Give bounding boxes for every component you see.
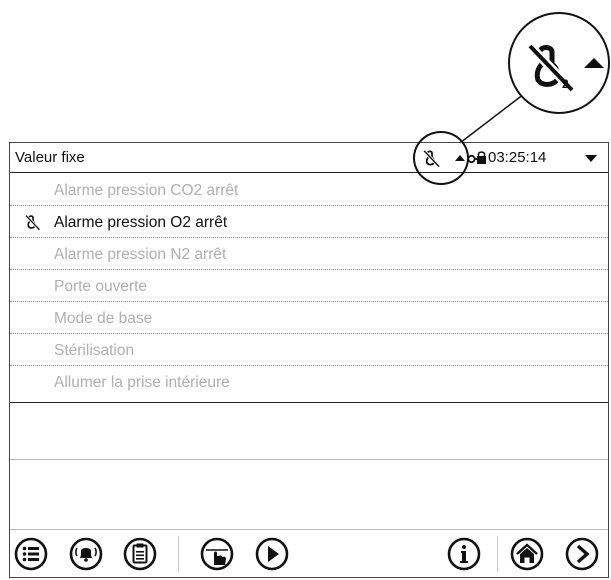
alarm-off-icon <box>24 214 41 231</box>
toolbar-separator <box>178 536 179 572</box>
list-item[interactable]: Stérilisation <box>10 334 608 366</box>
alarm-off-icon: 2 <box>526 42 576 94</box>
list-item[interactable]: Porte ouverte <box>10 270 608 302</box>
list-item-label: Porte ouverte <box>54 278 148 295</box>
info-icon[interactable] <box>447 537 481 571</box>
list-item-label: Allumer la prise intérieure <box>54 374 230 391</box>
list-item[interactable]: Alarme pression CO2 arrêt <box>10 174 608 206</box>
divider <box>10 459 608 460</box>
zoom-callout: 2 <box>508 12 610 114</box>
menu-list: Alarme pression CO2 arrêt Alarme pressio… <box>10 174 608 398</box>
bottom-toolbar <box>10 530 608 577</box>
home-icon[interactable] <box>510 537 544 571</box>
header-bar: Valeur fixe 03:25:14 <box>10 131 608 185</box>
list-item-label: Mode de base <box>54 310 153 327</box>
list-item-label: Alarme pression CO2 arrêt <box>54 182 239 199</box>
play-icon[interactable] <box>255 537 289 571</box>
svg-text:2: 2 <box>562 77 569 91</box>
list-item[interactable]: Allumer la prise intérieure <box>10 366 608 398</box>
main-panel: Valeur fixe 03:25:14 Alarme pression CO2… <box>9 131 609 578</box>
list-item[interactable]: Alarme pression O2 arrêt <box>10 206 608 238</box>
list-item[interactable]: Alarme pression N2 arrêt <box>10 238 608 270</box>
clock-display: 03:25:14 <box>488 149 547 166</box>
next-arrow-icon[interactable] <box>565 537 599 571</box>
list-item[interactable]: Mode de base <box>10 302 608 334</box>
page-title: Valeur fixe <box>15 149 85 166</box>
manual-hand-icon[interactable] <box>200 537 234 571</box>
list-bottom-border <box>10 402 608 403</box>
chevron-down-icon[interactable] <box>585 155 597 162</box>
key-lock-icon <box>467 151 486 164</box>
toolbar-separator <box>497 536 498 572</box>
list-item-label: Alarme pression N2 arrêt <box>54 246 227 263</box>
list-item-label: Alarme pression O2 arrêt <box>54 214 228 231</box>
arrow-up-icon <box>584 58 604 68</box>
alarm-bell-icon[interactable] <box>69 537 103 571</box>
list-item-label: Stérilisation <box>54 342 135 359</box>
clipboard-icon[interactable] <box>123 537 157 571</box>
menu-icon[interactable] <box>14 537 48 571</box>
